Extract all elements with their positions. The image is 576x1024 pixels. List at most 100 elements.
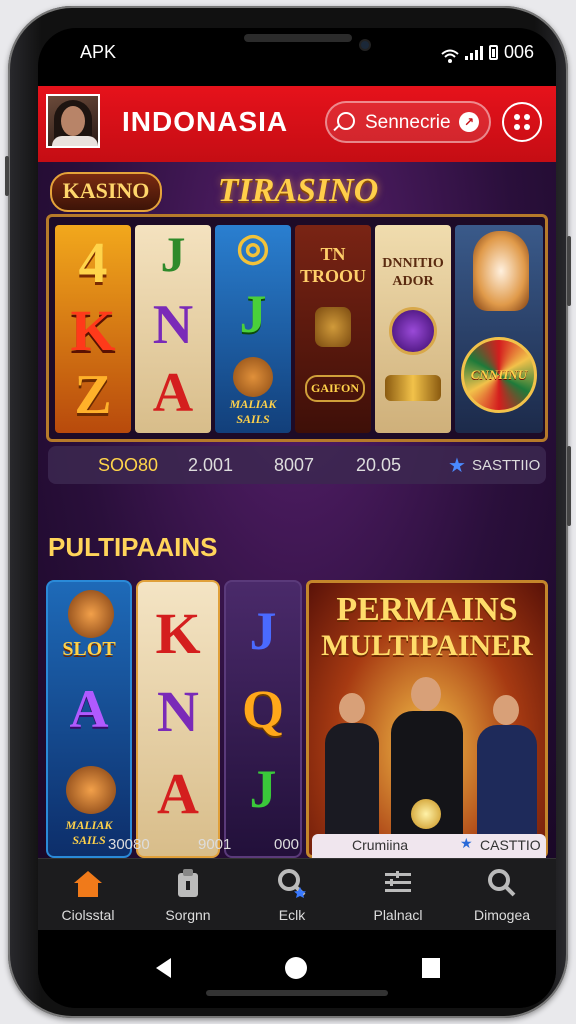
- back-icon[interactable]: [156, 958, 171, 978]
- reel-symbol: A: [152, 362, 194, 424]
- search-icon: [337, 112, 355, 130]
- stat-value: 8007: [274, 455, 315, 475]
- card-symbol: J: [249, 601, 277, 661]
- reel-symbol: J: [160, 226, 186, 282]
- search-placeholder: Sennecrie: [365, 112, 451, 133]
- search-star-icon: [276, 867, 308, 899]
- nav-label: Ciolsstal: [61, 907, 115, 923]
- star-icon: ★: [460, 835, 473, 851]
- card-symbol: A: [69, 679, 109, 739]
- stat-value: 2.001: [188, 455, 234, 475]
- home-icon: [72, 867, 104, 899]
- promo-caption-right: CASTTIO: [480, 837, 541, 853]
- card-symbol: K: [155, 601, 201, 666]
- reel-symbol: DNNITIO ADOR: [382, 256, 444, 289]
- nav-item-eclk[interactable]: Eclk: [242, 859, 342, 931]
- scroll-icon: [385, 375, 441, 401]
- reel-4: TN TROOU GAIFON: [295, 225, 371, 433]
- volume-button: [567, 236, 571, 306]
- arrow-icon[interactable]: ↗: [459, 112, 479, 132]
- reel-symbol: Z: [74, 364, 112, 426]
- stats-bar: SOO80 2.001 8007 20.05 ★ SASTTIIO: [48, 446, 546, 484]
- stat-value: SASTTIIO: [472, 457, 541, 474]
- battery-icon: [488, 45, 498, 60]
- stat-value: 000: [274, 836, 300, 853]
- game-card[interactable]: K N A: [136, 580, 220, 858]
- slot-banner[interactable]: 4 K Z J N A ◎ J MALIAK SAILS TN TROOU GA…: [46, 214, 548, 442]
- reel-3: ◎ J MALIAK SAILS: [215, 225, 291, 433]
- screen: APK 006 INDONASIA Sennecrie ↗ KASINO TIR…: [38, 28, 556, 1008]
- person-figure: [391, 677, 463, 847]
- side-button: [5, 156, 9, 196]
- person-figure: [325, 693, 379, 843]
- nav-label: Eclk: [278, 907, 306, 923]
- search-icon: [486, 867, 518, 899]
- nav-label: Dimogea: [473, 907, 531, 923]
- promo-title-line2: MULTIPAINER: [321, 629, 533, 662]
- card-symbol: SLOT: [62, 638, 116, 660]
- phone-frame: APK 006 INDONASIA Sennecrie ↗ KASINO TIR…: [5, 6, 571, 1018]
- card-symbol: A: [157, 761, 199, 826]
- stat-value: 30080: [108, 836, 150, 853]
- promo-title-line1: PERMAINS: [336, 591, 518, 628]
- reel-symbol: K: [70, 298, 116, 363]
- section-title: PULTIPAAINS: [48, 532, 218, 562]
- stat-value: SOO80: [98, 455, 159, 475]
- nav-item-sorgnn[interactable]: Sorgnn: [138, 859, 238, 931]
- reel-2: J N A: [135, 225, 211, 433]
- reel-label: GAIFON: [305, 375, 365, 402]
- reel-symbol: J: [239, 284, 267, 344]
- cat-icon: [473, 231, 529, 311]
- reel-6: CNNIINU: [455, 225, 543, 433]
- status-right-text: 006: [503, 42, 534, 62]
- cat-icon: [233, 357, 273, 397]
- reel-1: 4 K Z: [55, 225, 131, 433]
- coin-icon: [389, 307, 437, 355]
- reel-label: CNNIINU: [470, 367, 528, 382]
- reel-5: DNNITIO ADOR: [375, 225, 451, 433]
- card-symbol: N: [157, 679, 199, 744]
- game-card[interactable]: SLOT A MALIAK SAILS: [46, 580, 132, 858]
- bottom-nav: Ciolsstal Sorgnn Eclk Plalnacl Dimogea: [38, 858, 556, 935]
- star-icon: ★: [448, 455, 466, 477]
- promo-caption-text: Crumiina: [352, 837, 409, 853]
- sub-stats-bar: 30080 9001 000: [46, 836, 308, 858]
- home-button-icon[interactable]: [285, 957, 307, 979]
- system-nav-bar: [38, 930, 556, 1008]
- menu-button[interactable]: [502, 102, 542, 142]
- nav-item-home[interactable]: Ciolsstal: [38, 859, 148, 935]
- status-left-text: APK: [80, 42, 117, 62]
- nav-label: Plalnacl: [373, 907, 423, 923]
- reel-symbol: N: [152, 294, 194, 356]
- promo-banner[interactable]: PERMAINS MULTIPAINER: [306, 580, 548, 858]
- stat-value: 9001: [198, 836, 232, 853]
- signal-icon: [464, 45, 483, 60]
- nav-item-dimogea[interactable]: Dimogea: [452, 859, 552, 931]
- card-symbol: J: [249, 759, 277, 819]
- list-icon: [382, 867, 414, 899]
- main-content: KASINO TIRASINO 4 K Z J N A ◎ J MALIAK S…: [38, 162, 556, 858]
- reel-symbol: ◎: [236, 227, 270, 269]
- wifi-icon: [441, 47, 459, 63]
- status-right: 006: [441, 42, 534, 63]
- kasino-badge[interactable]: KASINO: [50, 172, 162, 212]
- recents-icon[interactable]: [422, 958, 440, 978]
- reel-symbol: 4: [78, 230, 108, 295]
- power-button: [567, 446, 571, 526]
- nav-item-plalnacl[interactable]: Plalnacl: [348, 859, 448, 931]
- person-figure: [477, 695, 537, 845]
- status-bar: APK 006: [38, 28, 556, 86]
- stat-value: 20.05: [356, 455, 402, 475]
- banner-title: TIRASINO: [217, 172, 379, 209]
- cat-icon: [68, 590, 114, 638]
- nav-label: Sorgnn: [165, 907, 211, 923]
- promo-caption: Crumiina ★ CASTTIO: [312, 834, 546, 858]
- avatar[interactable]: [46, 94, 100, 148]
- brand-title: INDONASIA: [122, 106, 289, 137]
- gesture-bar: [206, 990, 388, 996]
- reel-symbol: TN TROOU: [299, 244, 366, 286]
- clipboard-icon: [172, 867, 204, 899]
- game-card[interactable]: J Q J: [224, 580, 302, 858]
- app-header: INDONASIA Sennecrie ↗: [38, 86, 556, 162]
- search-input[interactable]: Sennecrie ↗: [325, 101, 491, 143]
